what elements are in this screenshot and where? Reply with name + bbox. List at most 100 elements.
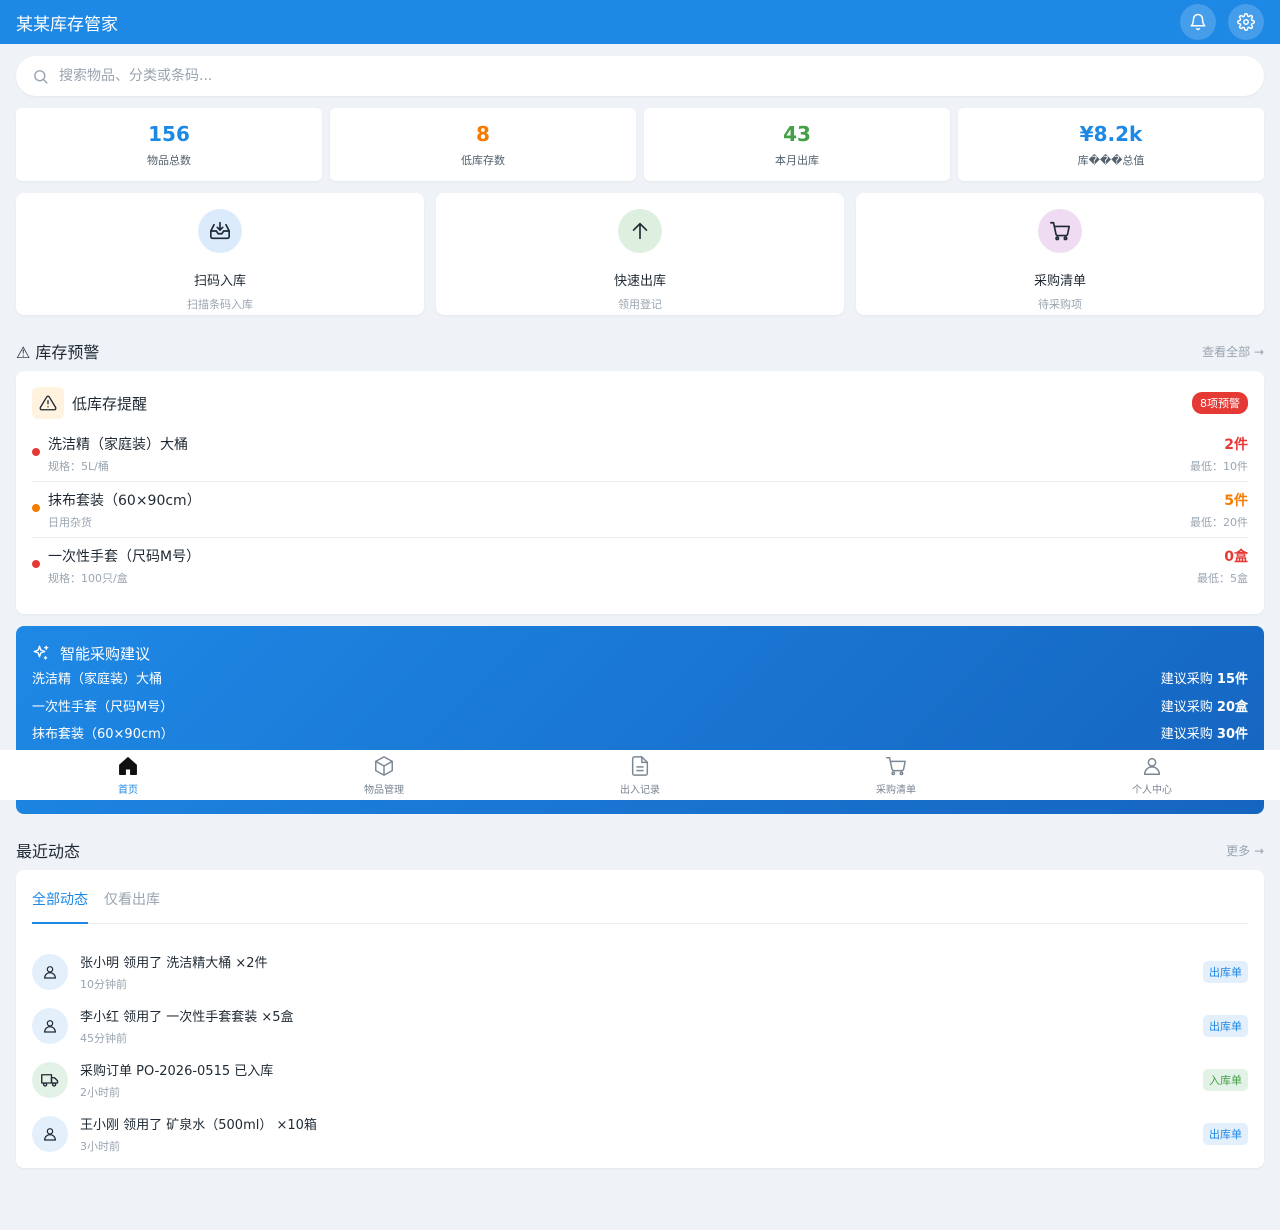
truck-icon: [41, 1074, 59, 1087]
box-icon: [375, 755, 393, 776]
alert-item-sub: 规格：5L/桶: [48, 459, 109, 473]
search-icon: [34, 69, 48, 84]
low-stock-title: 低库存提醒: [72, 394, 148, 413]
suggestion-prefix: 建议采购: [1160, 699, 1213, 715]
action-title: 扫码入库: [193, 274, 246, 289]
nav-label: 个人中心: [1132, 784, 1172, 796]
alert-item-name: 一次性手套（尺码M号）: [48, 549, 201, 565]
nav-label: 出入记录: [620, 784, 660, 796]
avatar: [32, 1116, 68, 1152]
activity-time: 3小时前: [80, 1140, 120, 1153]
stat-card-total[interactable]: 156 物品总数: [16, 108, 322, 181]
suggestion-prefix: 建议采购: [1160, 727, 1213, 743]
alert-item-qty: 0盒: [1224, 549, 1248, 565]
arrow-up-icon: [632, 222, 648, 240]
stat-card-low-stock[interactable]: 8 低库存数: [330, 108, 636, 181]
action-title: 采购清单: [1033, 274, 1086, 289]
ai-suggestion-header: 智能采购建议: [32, 642, 1248, 664]
settings-button[interactable]: [1228, 4, 1264, 40]
action-subtitle: 领用登记: [618, 298, 662, 311]
search-bar[interactable]: [16, 56, 1264, 96]
alert-item-sub: 规格：100只/盒: [48, 572, 128, 585]
app-bar: 某某库存管家: [0, 0, 1280, 44]
suggestion-amount: 20盒: [1216, 699, 1248, 715]
list-item[interactable]: 张小明 领用了 洗洁精大桶 ×2件 10分钟前 出库单: [32, 945, 1248, 999]
quick-actions: 扫码入库 扫描条码入库 快速出库 领用登记 采购清单 待采购项: [16, 193, 1264, 315]
alert-item-name: 抹布套装（60×90cm）: [48, 492, 201, 509]
user-icon: [44, 966, 56, 979]
activity-title: 王小刚 领用了 矿泉水（500ml） ×10箱: [80, 1118, 317, 1133]
alert-item[interactable]: 洗洁精（家庭装）大桶 规格：5L/桶 2件 最低：10件: [32, 426, 1248, 482]
nav-label: 物品管理: [364, 784, 404, 796]
section-title: ⚠ 库存预警: [16, 343, 100, 362]
status-badge: 出库单: [1203, 1123, 1248, 1145]
alert-item-name: 洗洁精（家庭装）大桶: [48, 436, 188, 453]
view-all-link[interactable]: 查看全部 →: [1202, 343, 1264, 360]
avatar: [32, 1008, 68, 1044]
app-bar-actions: [1180, 4, 1264, 40]
status-badge: 出库单: [1203, 961, 1248, 983]
warning-icon: [39, 395, 57, 411]
user-icon: [44, 1128, 56, 1141]
list-item[interactable]: 采购订单 PO-2026-0515 已入库 2小时前 入库单: [32, 1053, 1248, 1107]
nav-label: 采购清单: [876, 784, 916, 796]
search-input[interactable]: [59, 68, 1248, 84]
suggestion-amount: 30件: [1216, 727, 1248, 743]
list-item[interactable]: 李小红 领用了 一次性手套套装 ×5盒 45分钟前 出库单: [32, 999, 1248, 1053]
home-icon: [119, 756, 137, 775]
stat-value: 156: [148, 121, 190, 146]
scan-inbound-button[interactable]: 扫码入库 扫描条码入库: [16, 193, 424, 315]
suggestion-item[interactable]: 一次性手套（尺码M号） 建议采购 20盒: [32, 692, 1248, 720]
suggestion-item[interactable]: 抹布套装（60×90cm） 建议采购 30件: [32, 719, 1248, 747]
nav-purchase[interactable]: 采购清单: [768, 750, 1024, 800]
list-item[interactable]: 王小刚 领用了 矿泉水（500ml） ×10箱 3小时前 出库单: [32, 1107, 1248, 1161]
alert-item-sub: 日用杂货: [48, 515, 92, 529]
tab-all[interactable]: 全部动态: [32, 886, 88, 924]
bell-icon: [1190, 13, 1206, 31]
activity-list: 张小明 领用了 洗洁精大桶 ×2件 10分钟前 出库单 李小红 领用了 一次性手…: [32, 945, 1248, 1161]
suggestion-item[interactable]: 洗洁精（家庭装）大桶 建议采购 15件: [32, 664, 1248, 692]
ai-suggestion-title: 智能采购建议: [60, 644, 151, 663]
stat-label: 低库存数: [461, 153, 505, 167]
stat-card-value[interactable]: ¥8.2k 库���总值: [958, 108, 1264, 181]
alert-item[interactable]: 一次性手套（尺码M号） 规格：100只/盒 0盒 最低：5盒: [32, 538, 1248, 594]
inbox-in-icon: [210, 221, 230, 240]
stat-value: 43: [783, 121, 811, 146]
stat-card-outbound[interactable]: 43 本月出库: [644, 108, 950, 181]
nav-label: 首页: [118, 784, 138, 796]
action-title: 快速出库: [613, 274, 666, 289]
purchase-list-button[interactable]: 采购清单 待采购项: [856, 193, 1264, 315]
more-link[interactable]: 更多 →: [1226, 842, 1264, 859]
nav-home[interactable]: 首页: [0, 750, 256, 800]
gear-icon: [1237, 13, 1255, 31]
warning-icon-box: [32, 387, 64, 419]
status-dot: [32, 560, 40, 568]
suggestion-amount: 15件: [1216, 672, 1248, 688]
stat-label: 本月出库: [775, 153, 819, 167]
stat-value: ¥8.2k: [1079, 121, 1143, 146]
cart-icon: [1050, 221, 1070, 241]
activity-title: 采购订单 PO-2026-0515 已入库: [80, 1064, 274, 1079]
alert-item-min: 最低：20件: [1190, 515, 1248, 529]
action-icon-bg: [198, 209, 242, 253]
status-dot: [32, 503, 40, 512]
quick-outbound-button[interactable]: 快速出库 领用登记: [436, 193, 844, 315]
nav-items[interactable]: 物品管理: [256, 750, 512, 800]
activity-tabs: 全部动态 仅看出库: [32, 886, 1248, 924]
alert-item-min: 最低：10件: [1190, 459, 1248, 473]
avatar: [32, 954, 68, 990]
activity-time: 45分钟前: [80, 1032, 127, 1045]
alert-item-min: 最低：5盒: [1197, 572, 1248, 585]
tab-outbound-only[interactable]: 仅看出库: [104, 886, 160, 924]
stat-value: 8: [476, 121, 490, 146]
app-title: 某某库存管家: [16, 14, 118, 35]
alert-item[interactable]: 抹布套装（60×90cm） 日用杂货 5件 最低：20件: [32, 482, 1248, 538]
nav-profile[interactable]: 个人中心: [1024, 750, 1280, 800]
bottom-nav: 首页 物品管理 出入记录 采购清单 个人中心: [0, 750, 1280, 800]
action-subtitle: 待采购项: [1038, 298, 1082, 311]
section-title: 最近动态: [16, 842, 81, 861]
stat-label: 库���总值: [1077, 153, 1145, 167]
nav-records[interactable]: 出入记录: [512, 750, 768, 800]
notifications-button[interactable]: [1180, 4, 1216, 40]
activity-time: 10分钟前: [80, 978, 127, 991]
